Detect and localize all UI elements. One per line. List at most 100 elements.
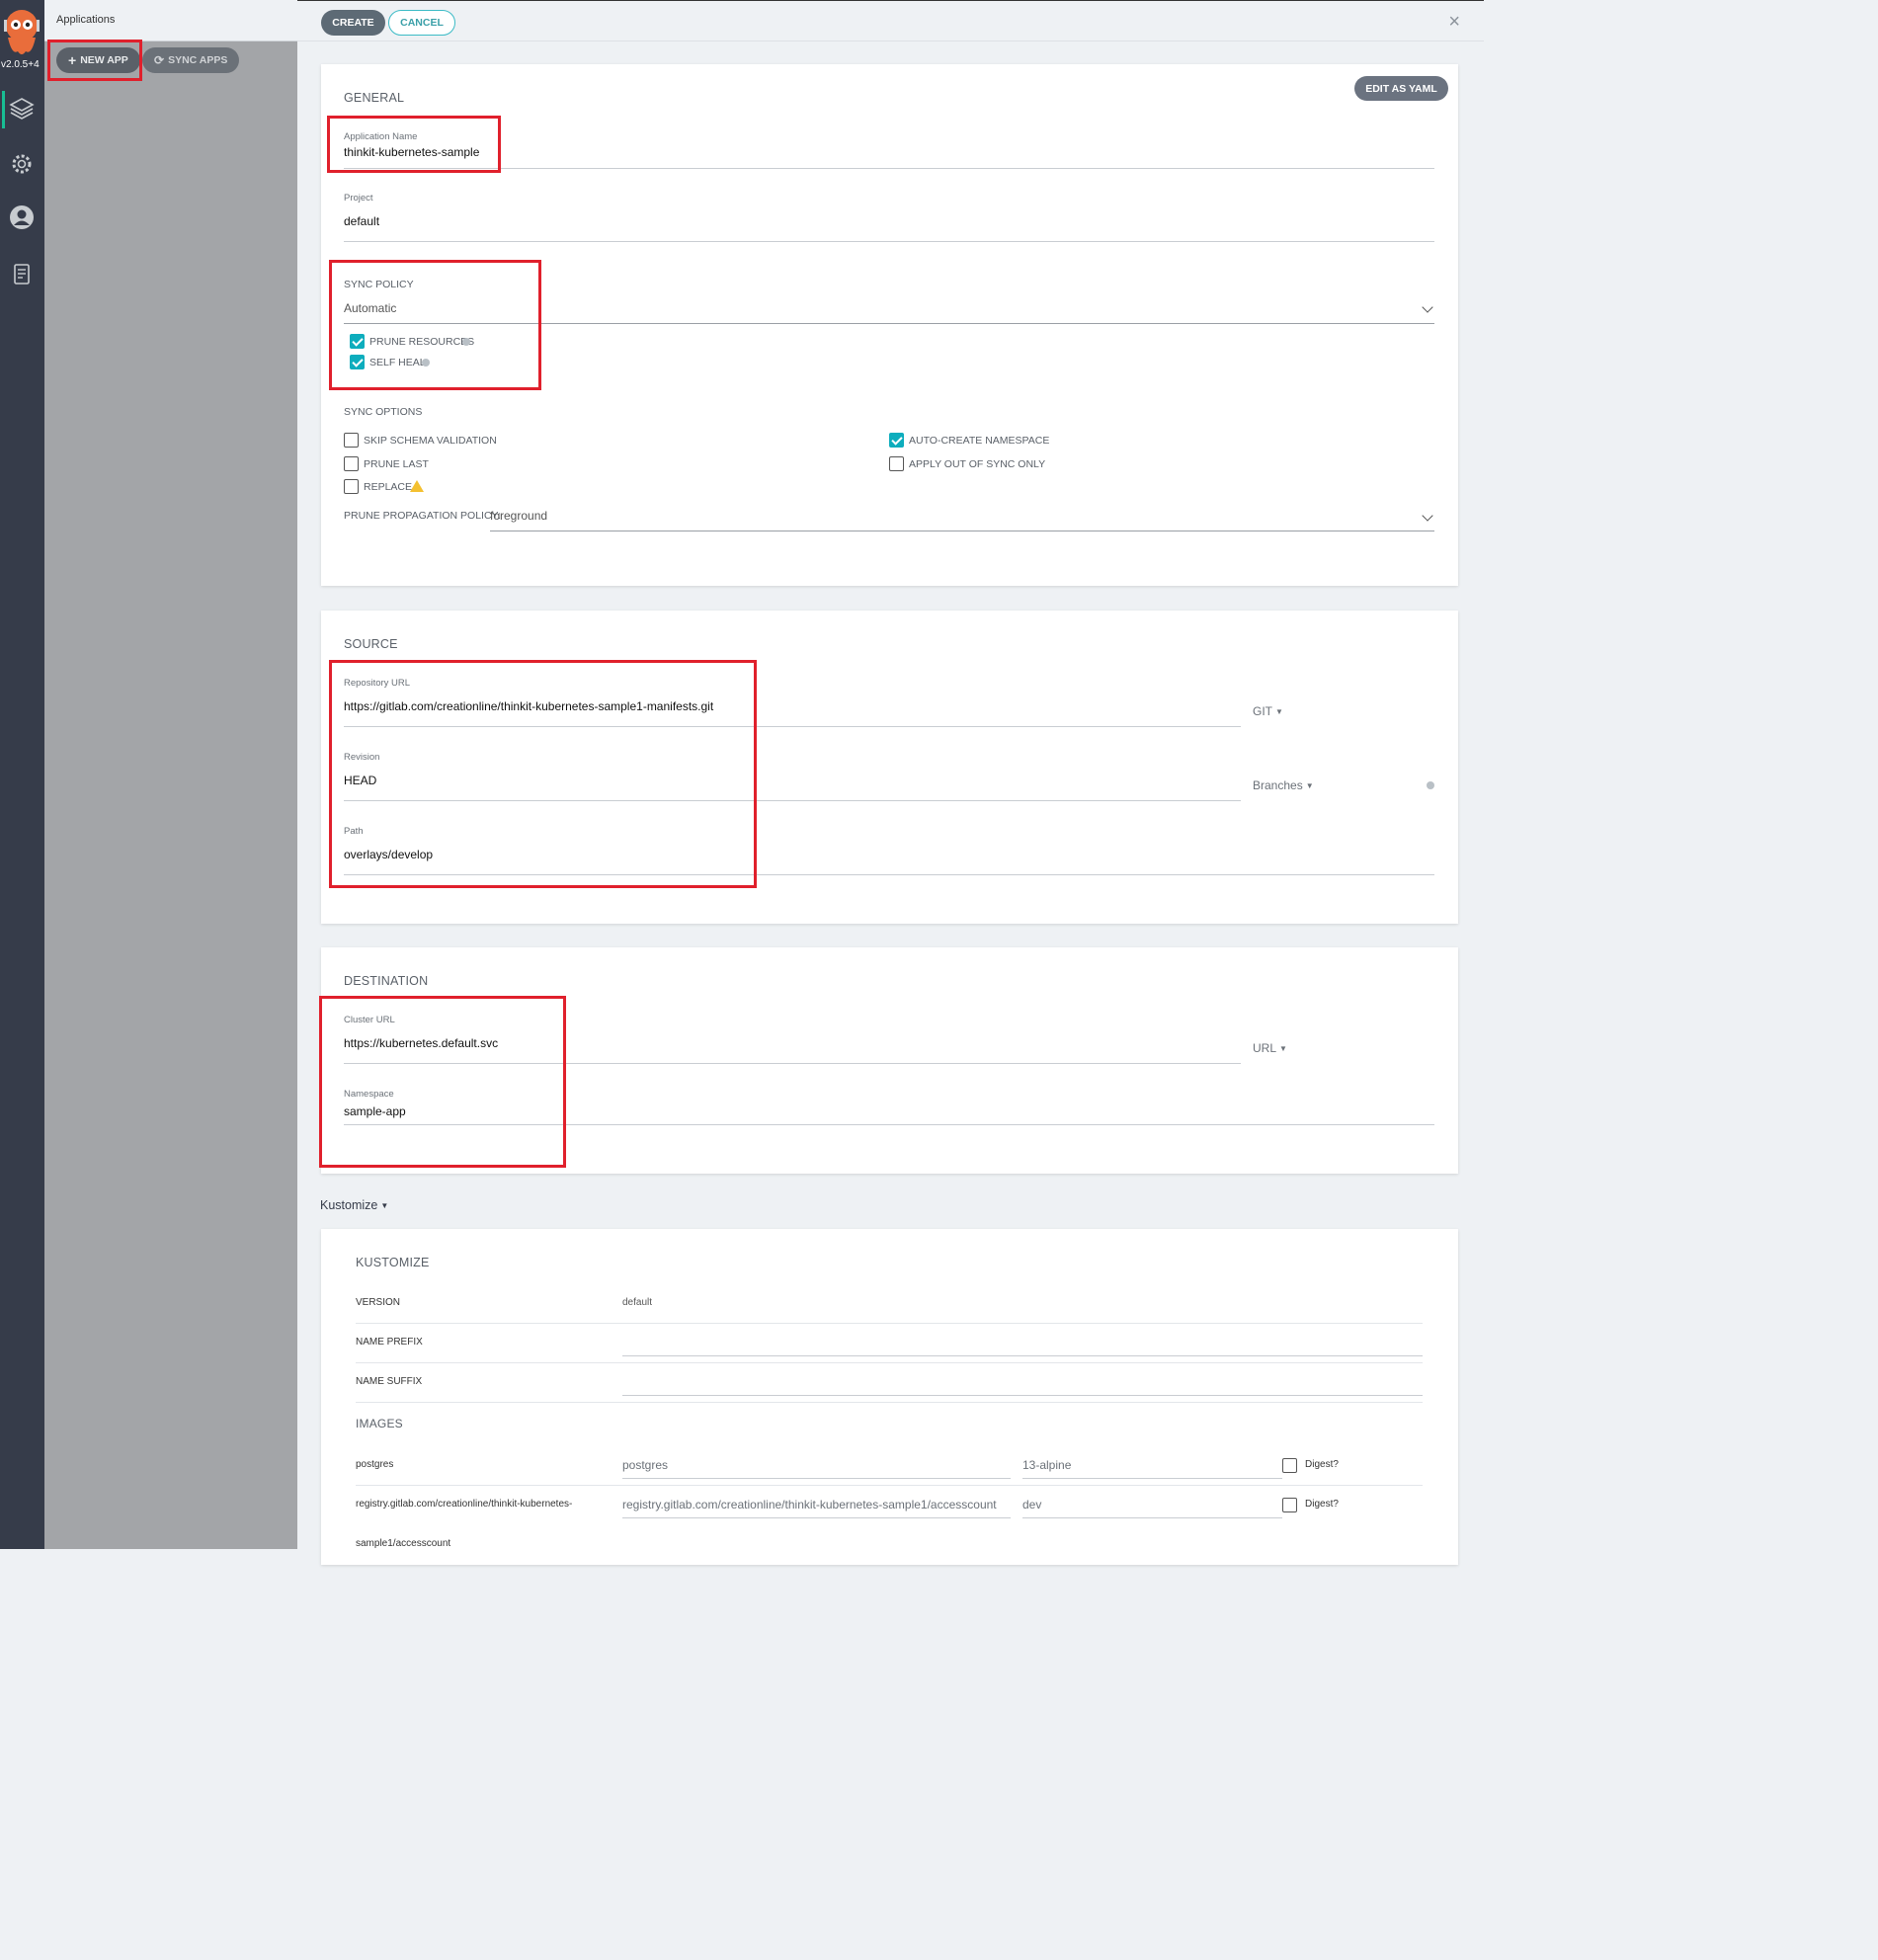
repo-type-label: GIT: [1253, 704, 1272, 718]
page-title: Applications: [56, 14, 116, 26]
image-name-input[interactable]: postgres: [622, 1458, 668, 1472]
caret-down-icon: ▼: [1279, 1043, 1287, 1053]
apply-out-of-sync-checkbox[interactable]: [889, 456, 904, 471]
source-card: SOURCE Repository URL https://gitlab.com…: [321, 611, 1458, 924]
new-app-button[interactable]: + NEW APP: [56, 47, 140, 73]
sync-apps-button[interactable]: ⟳ SYNC APPS: [142, 47, 240, 73]
help-icon[interactable]: [422, 359, 430, 367]
repo-url-label: Repository URL: [344, 678, 411, 689]
cancel-button[interactable]: CANCEL: [388, 10, 455, 36]
help-icon[interactable]: [1427, 781, 1434, 789]
image-name-underline: [622, 1478, 1011, 1479]
image-label-line1: registry.gitlab.com/creationline/thinkit…: [356, 1499, 573, 1510]
replace-label: REPLACE: [364, 481, 413, 493]
revision-label: Revision: [344, 752, 380, 763]
sync-apps-label: SYNC APPS: [168, 54, 228, 66]
prune-resources-checkbox[interactable]: [350, 334, 365, 349]
argo-logo-icon[interactable]: [4, 8, 40, 57]
new-app-label: NEW APP: [80, 54, 128, 66]
chevron-down-icon[interactable]: [1422, 510, 1433, 522]
app-name-underline: [344, 168, 1434, 169]
close-icon[interactable]: ×: [1448, 11, 1460, 34]
revision-input[interactable]: HEAD: [344, 774, 376, 787]
self-heal-checkbox[interactable]: [350, 355, 365, 369]
chevron-down-icon[interactable]: [1422, 301, 1433, 313]
revision-underline: [344, 800, 1241, 801]
left-nav: v2.0.5+4: [0, 0, 44, 1549]
skip-schema-validation-label: SKIP SCHEMA VALIDATION: [364, 435, 497, 447]
repo-url-underline: [344, 726, 1241, 727]
namespace-underline: [344, 1124, 1434, 1125]
path-underline: [344, 874, 1434, 875]
general-card: GENERAL EDIT AS YAML Application Name th…: [321, 64, 1458, 586]
kustomize-toggle-label: Kustomize: [320, 1198, 378, 1212]
new-app-panel: CREATE CANCEL × GENERAL EDIT AS YAML App…: [297, 0, 1484, 1565]
auto-create-namespace-label: AUTO-CREATE NAMESPACE: [909, 435, 1050, 447]
auto-create-namespace-checkbox[interactable]: [889, 433, 904, 448]
kustomize-title: KUSTOMIZE: [356, 1256, 430, 1269]
docs-icon[interactable]: [9, 262, 35, 287]
destination-card: DESTINATION Cluster URL https://kubernet…: [321, 947, 1458, 1174]
caret-down-icon: ▼: [380, 1200, 389, 1210]
image-name-underline: [622, 1517, 1011, 1518]
prune-resources-label: PRUNE RESOURCES: [369, 336, 475, 348]
skip-schema-validation-checkbox[interactable]: [344, 433, 359, 448]
image-name-input[interactable]: registry.gitlab.com/creationline/thinkit…: [622, 1498, 997, 1511]
sync-icon: ⟳: [154, 53, 165, 67]
kustomize-card: KUSTOMIZE VERSION default NAME PREFIX NA…: [321, 1229, 1458, 1565]
sync-policy-select[interactable]: Automatic: [344, 301, 396, 315]
version-value[interactable]: default: [622, 1297, 652, 1308]
repo-type-dropdown[interactable]: GIT ▼: [1253, 704, 1283, 718]
cluster-url-label: Cluster URL: [344, 1015, 395, 1025]
cluster-url-input[interactable]: https://kubernetes.default.svc: [344, 1036, 498, 1050]
path-input[interactable]: overlays/develop: [344, 848, 433, 861]
user-icon[interactable]: [9, 204, 35, 230]
layers-icon[interactable]: [9, 96, 35, 122]
cluster-url-underline: [344, 1063, 1241, 1064]
app-name-input[interactable]: thinkit-kubernetes-sample: [344, 145, 479, 159]
self-heal-label: SELF HEAL: [369, 357, 426, 368]
apply-out-of-sync-label: APPLY OUT OF SYNC ONLY: [909, 458, 1046, 470]
image-label: postgres: [356, 1459, 394, 1470]
panel-toolbar: CREATE CANCEL ×: [297, 1, 1484, 41]
prune-propagation-select[interactable]: foreground: [490, 509, 547, 523]
row-separator: [356, 1323, 1423, 1324]
namespace-label: Namespace: [344, 1089, 394, 1100]
create-button[interactable]: CREATE: [321, 10, 385, 36]
image-tag-input[interactable]: dev: [1022, 1498, 1041, 1511]
row-separator: [356, 1485, 1423, 1486]
kustomize-toggle[interactable]: Kustomize ▼: [320, 1198, 388, 1212]
caret-down-icon: ▼: [1275, 706, 1283, 716]
plus-icon: +: [68, 52, 77, 68]
project-input[interactable]: default: [344, 214, 379, 228]
row-separator: [356, 1402, 1423, 1403]
replace-checkbox[interactable]: [344, 479, 359, 494]
prune-last-checkbox[interactable]: [344, 456, 359, 471]
revision-type-dropdown[interactable]: Branches ▼: [1253, 778, 1314, 792]
name-prefix-input[interactable]: [622, 1355, 1423, 1356]
version-label: v2.0.5+4: [1, 59, 40, 70]
digest-label: Digest?: [1305, 1499, 1339, 1510]
version-label: VERSION: [356, 1297, 401, 1308]
cluster-type-dropdown[interactable]: URL ▼: [1253, 1041, 1287, 1055]
name-suffix-label: NAME SUFFIX: [356, 1376, 423, 1387]
repo-url-input[interactable]: https://gitlab.com/creationline/thinkit-…: [344, 699, 713, 713]
cluster-type-label: URL: [1253, 1041, 1277, 1055]
general-title: GENERAL: [344, 91, 405, 105]
project-underline: [344, 241, 1434, 242]
sync-options-label: SYNC OPTIONS: [344, 406, 423, 418]
digest-checkbox[interactable]: [1282, 1498, 1297, 1512]
image-tag-underline: [1022, 1517, 1282, 1518]
sync-policy-underline: [344, 323, 1434, 324]
help-icon[interactable]: [462, 338, 470, 346]
name-suffix-input[interactable]: [622, 1395, 1423, 1396]
gear-icon[interactable]: [9, 151, 35, 177]
name-prefix-label: NAME PREFIX: [356, 1337, 423, 1348]
source-title: SOURCE: [344, 637, 398, 651]
edit-as-yaml-button[interactable]: EDIT AS YAML: [1354, 76, 1448, 101]
applications-panel: Applications + NEW APP ⟳ SYNC APPS: [44, 0, 297, 1549]
image-tag-input[interactable]: 13-alpine: [1022, 1458, 1071, 1472]
digest-checkbox[interactable]: [1282, 1458, 1297, 1473]
namespace-input[interactable]: sample-app: [344, 1104, 406, 1118]
row-separator: [356, 1362, 1423, 1363]
